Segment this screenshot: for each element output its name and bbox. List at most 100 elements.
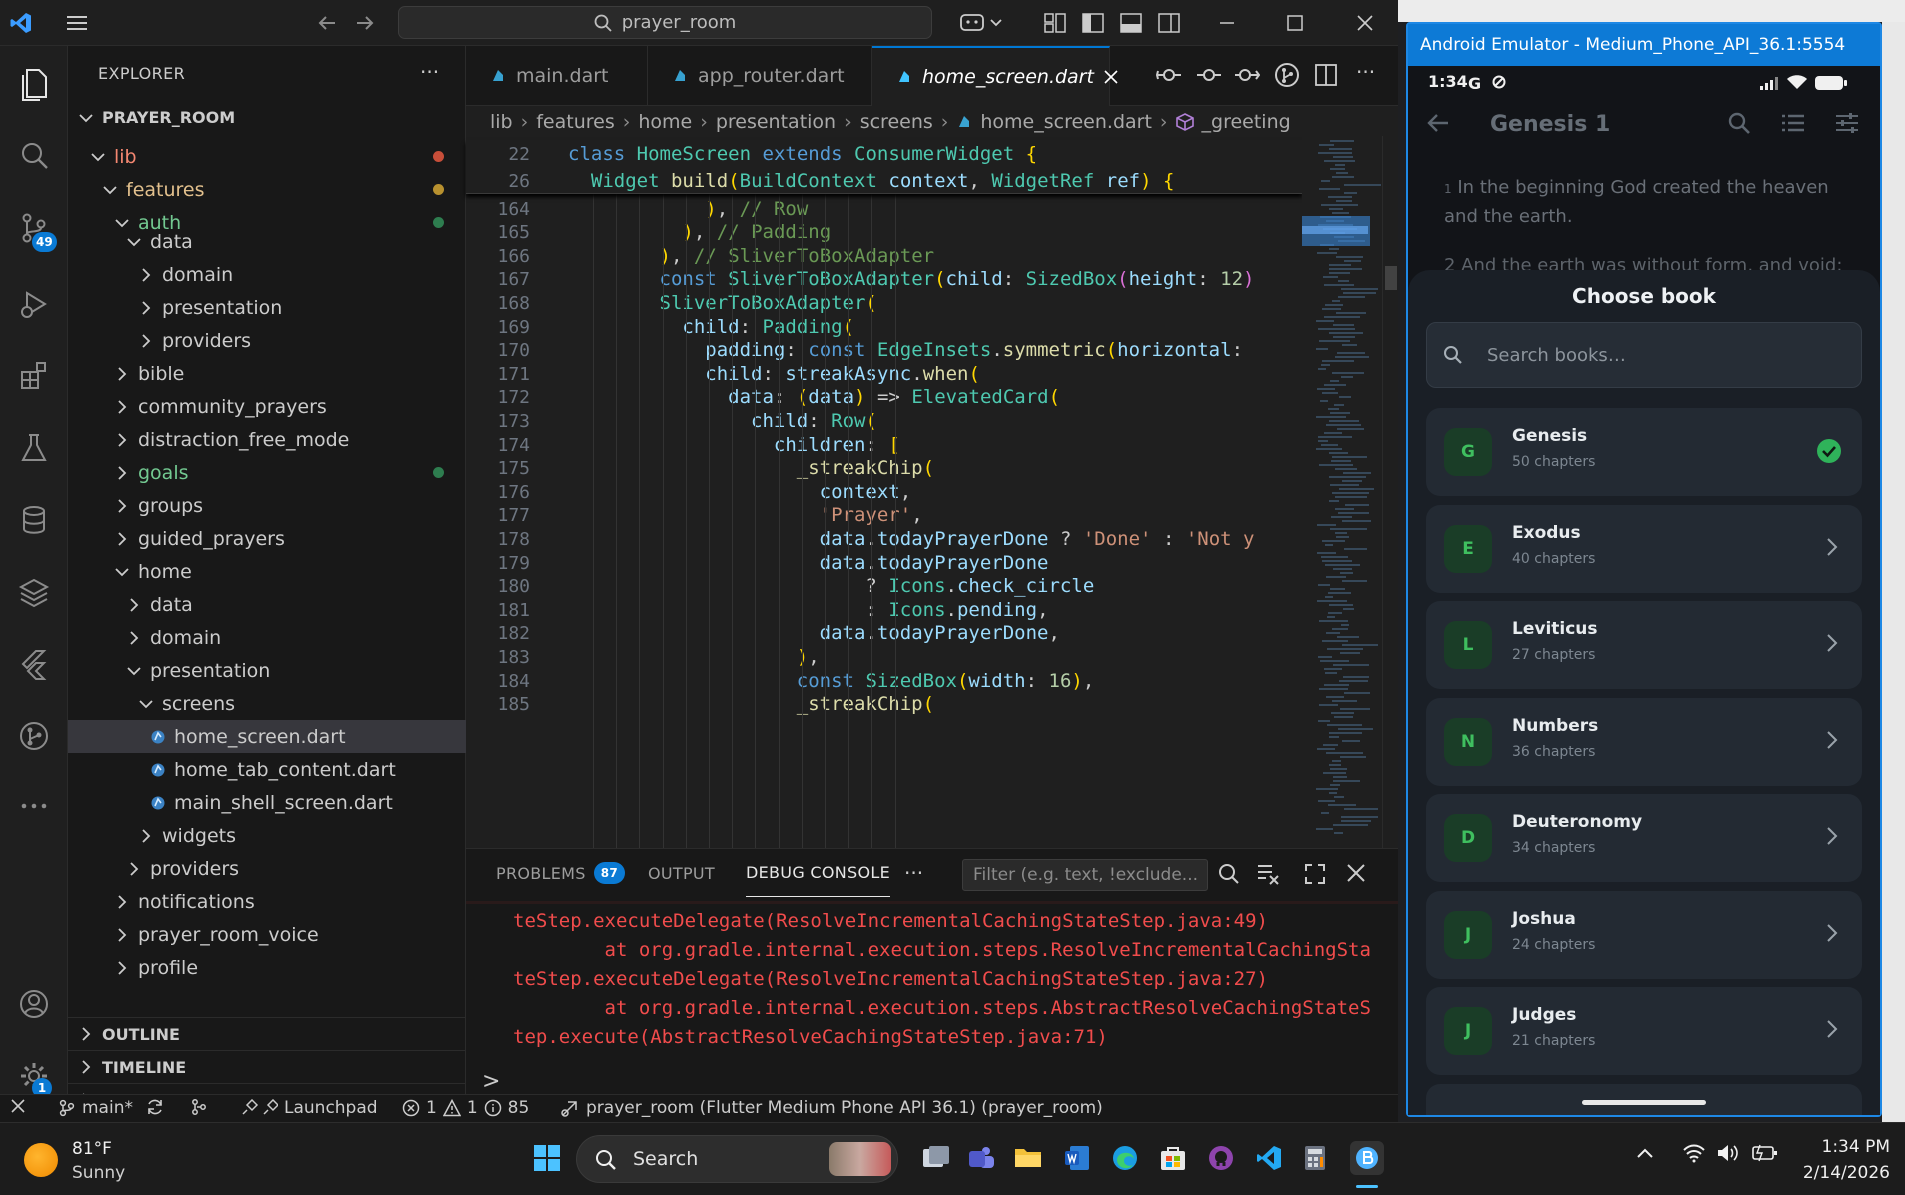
tree-folder[interactable]: domain xyxy=(68,258,466,291)
more-icon[interactable] xyxy=(14,786,54,826)
code-line[interactable]: const SliverToBoxAdapter(child: SizedBox… xyxy=(568,268,1302,290)
tune-icon[interactable] xyxy=(1836,113,1858,133)
code-line[interactable]: : Icons.pending, xyxy=(568,599,1302,621)
book-item[interactable]: L Leviticus 27 chapters xyxy=(1426,601,1862,689)
editor-more-icon[interactable]: ··· xyxy=(1356,60,1375,84)
code-line[interactable]: data.todayPrayerDone ? 'Done' : 'Not y xyxy=(568,528,1302,550)
tree-file[interactable]: home_screen.dart xyxy=(68,720,466,753)
explorer-more-icon[interactable]: ··· xyxy=(420,60,439,84)
toggle-secondary-sidebar-icon[interactable] xyxy=(1156,10,1182,36)
code-line[interactable]: ), // Padding xyxy=(568,221,1302,243)
back-arrow-icon[interactable] xyxy=(314,10,340,36)
layers-icon[interactable] xyxy=(14,572,54,612)
clear-console-icon[interactable] xyxy=(1256,863,1280,885)
copilot-icon[interactable] xyxy=(956,10,1006,36)
list-icon[interactable] xyxy=(1782,114,1804,132)
book-item[interactable]: D Deuteronomy 34 chapters xyxy=(1426,794,1862,882)
store-icon[interactable] xyxy=(1160,1145,1186,1171)
git-graph-icon[interactable] xyxy=(1274,62,1300,88)
code-line[interactable]: data: (data) => ElevatedCard( xyxy=(568,386,1302,408)
breadcrumb-item[interactable]: features xyxy=(536,111,615,133)
section-outline[interactable]: OUTLINE xyxy=(68,1017,466,1050)
sun-icon[interactable] xyxy=(24,1143,58,1177)
minimize-icon[interactable] xyxy=(1214,10,1240,36)
tree-folder[interactable]: presentation xyxy=(68,654,466,687)
console-filter-input[interactable]: Filter (e.g. text, !exclude... xyxy=(962,859,1208,891)
breadcrumb-item[interactable]: presentation xyxy=(716,111,836,133)
run-debug-icon[interactable] xyxy=(14,284,54,324)
settings-gear-icon[interactable]: 1 xyxy=(14,1056,54,1098)
file-explorer-icon[interactable] xyxy=(1014,1145,1042,1169)
extensions-icon[interactable] xyxy=(14,356,54,396)
tree-folder[interactable]: goals xyxy=(68,456,466,489)
git-commit-icon[interactable] xyxy=(1196,64,1222,86)
tree-folder[interactable]: lib xyxy=(68,140,466,173)
windows-start-icon[interactable] xyxy=(534,1145,560,1171)
volume-icon[interactable] xyxy=(1716,1143,1740,1163)
tree-folder[interactable]: bible xyxy=(68,357,466,390)
tab-home-screen-dart[interactable]: home_screen.dart xyxy=(872,46,1118,106)
code-line[interactable]: ), // Row xyxy=(568,198,1302,220)
tab-problems[interactable]: PROBLEMS 87 xyxy=(496,849,626,897)
sticky-code-line[interactable]: Widget build(BuildContext context, Widge… xyxy=(568,170,1296,192)
code-line[interactable]: _streakChip( xyxy=(568,457,1302,479)
minimap[interactable] xyxy=(1302,136,1382,848)
sticky-code-line[interactable]: class HomeScreen extends ConsumerWidget … xyxy=(568,143,1296,165)
tree-folder[interactable]: profile xyxy=(68,951,466,984)
wifi-icon[interactable] xyxy=(1682,1143,1706,1163)
tab-debug-console[interactable]: DEBUG CONSOLE xyxy=(746,849,891,897)
battery-icon[interactable] xyxy=(1752,1143,1778,1163)
testing-icon[interactable] xyxy=(14,428,54,468)
breadcrumb-item[interactable]: _greeting xyxy=(1202,111,1291,133)
account-icon[interactable] xyxy=(14,984,54,1024)
taskbar-search-box[interactable]: Search xyxy=(576,1135,898,1183)
tree-folder[interactable]: distraction_free_mode xyxy=(68,423,466,456)
code-line[interactable]: children: [ xyxy=(568,434,1302,456)
source-control-icon[interactable]: 49 xyxy=(14,208,57,252)
tree-folder[interactable]: domain xyxy=(68,621,466,654)
remote-icon[interactable] xyxy=(10,1098,26,1114)
vscode-taskbar-icon[interactable] xyxy=(1256,1145,1282,1171)
book-item[interactable]: J Judges 21 chapters xyxy=(1426,987,1862,1075)
tree-file[interactable]: main_shell_screen.dart xyxy=(68,786,466,819)
breadcrumb-item[interactable]: lib xyxy=(490,111,513,133)
tree-folder[interactable]: community_prayers xyxy=(68,390,466,423)
book-item[interactable]: E Exodus 40 chapters xyxy=(1426,504,1862,593)
emulator-title-bar[interactable]: Android Emulator - Medium_Phone_API_36.1… xyxy=(1408,24,1880,66)
clock-date[interactable]: 2/14/2026 xyxy=(1780,1163,1890,1183)
flutter-device-status[interactable]: prayer_room (Flutter Medium Phone API 36… xyxy=(560,1098,1103,1118)
tree-folder[interactable]: home xyxy=(68,555,466,588)
maximize-panel-icon[interactable] xyxy=(1304,863,1326,885)
tree-root[interactable]: PRAYER_ROOM xyxy=(68,101,466,134)
panel-more-icon[interactable]: ··· xyxy=(904,861,923,885)
tree-file[interactable]: home_tab_content.dart xyxy=(68,753,466,786)
git-graph-icon[interactable] xyxy=(14,716,54,756)
breadcrumb-item[interactable]: home xyxy=(638,111,692,133)
code-line[interactable]: child: streakAsync.when( xyxy=(568,363,1302,385)
tree-folder[interactable]: data xyxy=(68,229,466,255)
breadcrumb-item[interactable]: home_screen.dart xyxy=(980,111,1152,133)
go-forward-icon[interactable] xyxy=(1234,64,1260,86)
calculator-icon[interactable] xyxy=(1304,1145,1326,1171)
tree-folder[interactable]: providers xyxy=(68,852,466,885)
breadcrumb-item[interactable]: screens xyxy=(860,111,933,133)
tree-folder[interactable]: presentation xyxy=(68,291,466,324)
database-icon[interactable] xyxy=(14,500,54,540)
code-line[interactable]: child: Row( xyxy=(568,410,1302,432)
problems-status[interactable]: 1 1 85 xyxy=(402,1098,529,1118)
close-icon[interactable] xyxy=(1352,10,1378,36)
customize-layout-icon[interactable] xyxy=(1042,10,1068,36)
tree-folder[interactable]: screens xyxy=(68,687,466,720)
weather-temp[interactable]: 81°F xyxy=(72,1139,112,1159)
github-icon[interactable] xyxy=(1208,1145,1234,1171)
task-view-icon[interactable] xyxy=(922,1145,950,1171)
code-line[interactable]: const SizedBox(width: 16), xyxy=(568,670,1302,692)
close-tab-icon[interactable] xyxy=(1104,70,1118,84)
code-line[interactable]: _streakChip( xyxy=(568,693,1302,715)
find-icon[interactable] xyxy=(1218,863,1240,885)
code-line[interactable]: ? Icons.check_circle xyxy=(568,575,1302,597)
toggle-panel-icon[interactable] xyxy=(1118,10,1144,36)
tab-main-dart[interactable]: main.dart xyxy=(466,46,648,106)
tree-folder[interactable]: providers xyxy=(68,324,466,357)
console-prompt[interactable]: > xyxy=(482,1069,500,1094)
